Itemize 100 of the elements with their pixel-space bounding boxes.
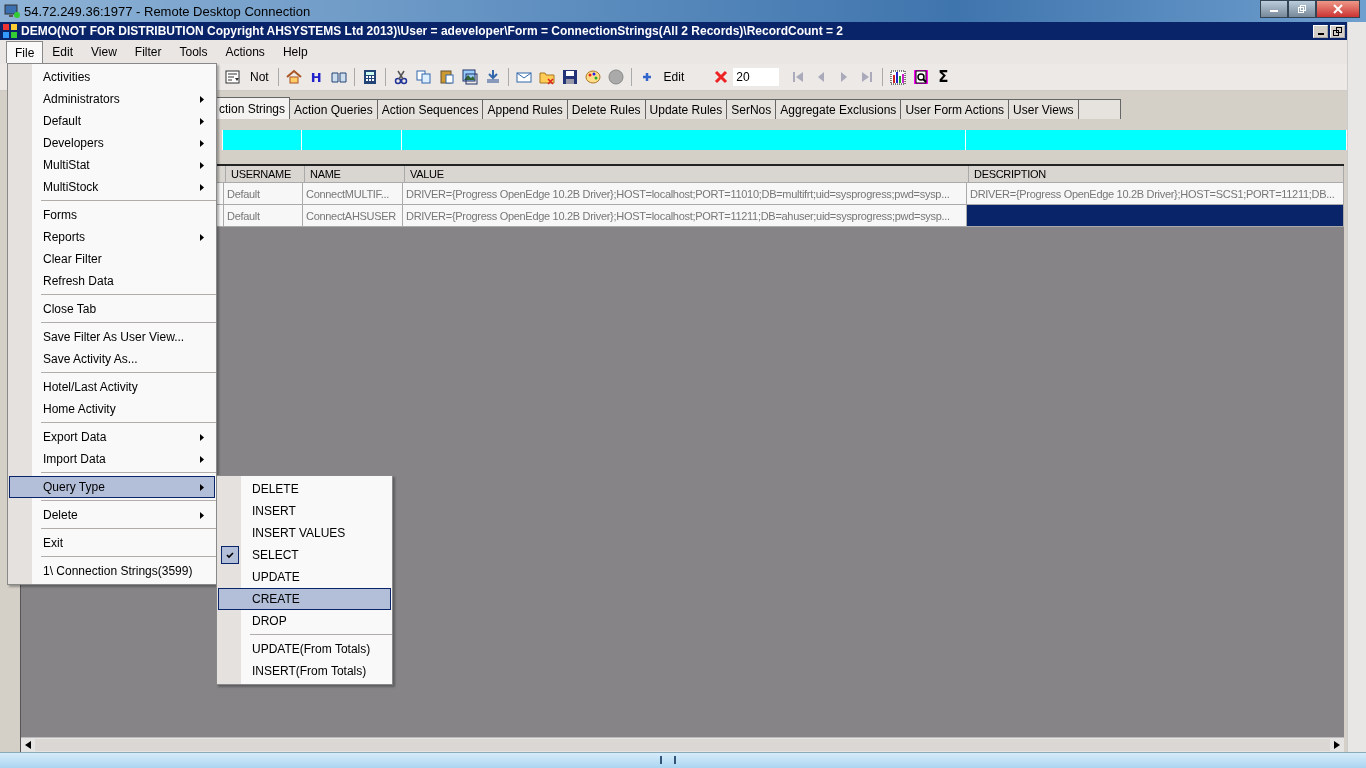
menu-item[interactable]: Save Activity As... (9, 348, 215, 370)
column-header[interactable]: USERNAME (226, 166, 305, 183)
menu-item[interactable]: INSERT (218, 500, 391, 522)
menu-item[interactable]: Actions (216, 41, 274, 63)
menu-item[interactable]: Save Filter As User View... (9, 326, 215, 348)
menu-item[interactable]: CREATE (218, 588, 391, 610)
menu-item[interactable]: Import Data (9, 448, 215, 470)
submenu-arrow-icon (200, 433, 204, 441)
calculator-icon[interactable] (361, 69, 378, 85)
tab[interactable]: ction Strings (215, 97, 291, 119)
menu-item[interactable]: Home Activity (9, 398, 215, 420)
record-count-field[interactable]: 20 (733, 68, 780, 86)
menu-item[interactable]: UPDATE(From Totals) (218, 638, 391, 660)
cut-icon[interactable] (392, 69, 409, 85)
table-cell: ConnectAHSUSER (303, 205, 403, 227)
menu-item[interactable]: Close Tab (9, 298, 215, 320)
table-cell: DRIVER={Progress OpenEdge 10.2B Driver};HOST=localhost;PORT=11010;DB=multifrt;uid=sysprogress;pwd=sysp... (403, 183, 967, 205)
tab[interactable]: User Form Actions (901, 99, 1010, 119)
menu-item[interactable]: Forms (9, 204, 215, 226)
close-button[interactable] (1316, 0, 1360, 18)
palette-icon[interactable] (584, 69, 601, 85)
toolbar-label[interactable]: Edit (661, 70, 687, 84)
menu-item[interactable]: View (82, 41, 126, 63)
save-icon[interactable] (561, 69, 578, 85)
menu-item[interactable]: Clear Filter (9, 248, 215, 270)
tab[interactable]: Delete Rules (567, 99, 646, 119)
paste-icon[interactable] (438, 69, 455, 85)
tab[interactable]: SerNos (727, 99, 777, 119)
restore-button[interactable] (1288, 0, 1316, 18)
tab[interactable]: User Views (1009, 99, 1079, 119)
toolbar-button[interactable]: H (308, 69, 324, 85)
menu-item[interactable]: UPDATE (218, 566, 391, 588)
tab[interactable] (1078, 99, 1121, 119)
minimize-button[interactable] (1260, 0, 1288, 18)
menu-item[interactable]: Query Type (9, 476, 215, 498)
menu-item[interactable]: DELETE (218, 478, 391, 500)
column-header[interactable]: NAME (305, 166, 405, 183)
menu-item[interactable]: SELECT (218, 544, 391, 566)
menu-item[interactable]: DROP (218, 610, 391, 632)
circle-icon[interactable] (607, 69, 624, 85)
menu-item[interactable]: Hotel/Last Activity (9, 376, 215, 398)
toolbar-label[interactable]: Not (248, 70, 271, 84)
column-header[interactable]: VALUE (405, 166, 969, 183)
submenu-arrow-icon (200, 511, 204, 519)
submenu-arrow-icon (200, 455, 204, 463)
table-cell: DRIVER={Progress OpenEdge 10.2B Driver};HOST=SCS1;PORT=11211;DB... (967, 183, 1344, 205)
tab[interactable]: Action Sequences (377, 99, 484, 119)
menu-item[interactable]: Refresh Data (9, 270, 215, 292)
scroll-right-icon[interactable] (1334, 741, 1340, 749)
home-icon[interactable] (285, 69, 302, 85)
copy-icon[interactable] (415, 69, 432, 85)
window-title: DEMO(NOT FOR DISTRIBUTION Copyright AHSYSTEMS Ltd 2013)\User = adeveloper\Form = ConnectionStrings(All 2 Records)\RecordCount = 2 (21, 24, 843, 38)
toolbar-button[interactable]: Σ (936, 68, 951, 86)
menu-item[interactable]: Activities (9, 66, 215, 88)
menu-item[interactable]: MultiStat (9, 154, 215, 176)
preview-icon[interactable] (913, 69, 930, 85)
tab[interactable]: Action Queries (290, 99, 378, 119)
menu-item[interactable]: Administrators (9, 88, 215, 110)
envelope-icon[interactable] (515, 69, 532, 85)
menu-item[interactable]: Export Data (9, 426, 215, 448)
image-icon[interactable] (461, 69, 478, 85)
table-cell: DRIVER={Progress OpenEdge 10.2B Driver};HOST=localhost;PORT=11211;DB=ahuser;uid=sysprogress;pwd=sysp... (403, 205, 967, 227)
window-title: 54.72.249.36:1977 - Remote Desktop Connection (24, 3, 311, 19)
menu-item[interactable]: Filter (125, 41, 171, 63)
filter-field[interactable] (302, 130, 402, 150)
menu-item[interactable]: INSERT VALUES (218, 522, 391, 544)
filter-field[interactable] (966, 130, 1347, 150)
download-icon[interactable] (484, 69, 501, 85)
chart-icon[interactable] (890, 69, 907, 85)
close-icon (1332, 4, 1344, 14)
menu-item[interactable]: MultiStock (9, 176, 215, 198)
menu-item[interactable]: Default (9, 110, 215, 132)
filter-field[interactable] (402, 130, 966, 150)
folder-icon[interactable] (538, 69, 555, 85)
submenu-arrow-icon (200, 139, 204, 147)
monitor-icon (4, 3, 20, 19)
menu-item[interactable]: INSERT(From Totals) (218, 660, 391, 682)
menu-item[interactable]: Tools (170, 41, 217, 63)
menu-item[interactable]: Edit (43, 41, 83, 63)
restore-icon (1297, 4, 1307, 14)
tab[interactable]: Aggregate Exclusions (776, 99, 902, 119)
delete-icon[interactable] (713, 69, 730, 85)
scroll-left-icon[interactable] (25, 741, 31, 749)
menu-item[interactable]: Reports (9, 226, 215, 248)
menu-item[interactable]: 1\ Connection Strings(3599) (9, 560, 215, 582)
restore-icon (1333, 26, 1342, 36)
filter-form-icon[interactable] (225, 69, 241, 85)
tab[interactable]: Update Rules (645, 99, 728, 119)
book-icon[interactable] (330, 69, 347, 85)
menu-item[interactable]: Delete (9, 504, 215, 526)
tab[interactable]: Append Rules (483, 99, 568, 119)
submenu-arrow-icon (200, 117, 204, 125)
filter-field[interactable] (223, 130, 302, 150)
menu-item[interactable]: Help (273, 41, 317, 63)
menu-item[interactable]: File (6, 41, 44, 63)
submenu-arrow-icon (200, 483, 204, 491)
menu-item[interactable]: Developers (9, 132, 215, 154)
menu-item[interactable]: Exit (9, 532, 215, 554)
column-header[interactable]: DESCRIPTION (969, 166, 1344, 183)
app-icon (3, 24, 17, 38)
